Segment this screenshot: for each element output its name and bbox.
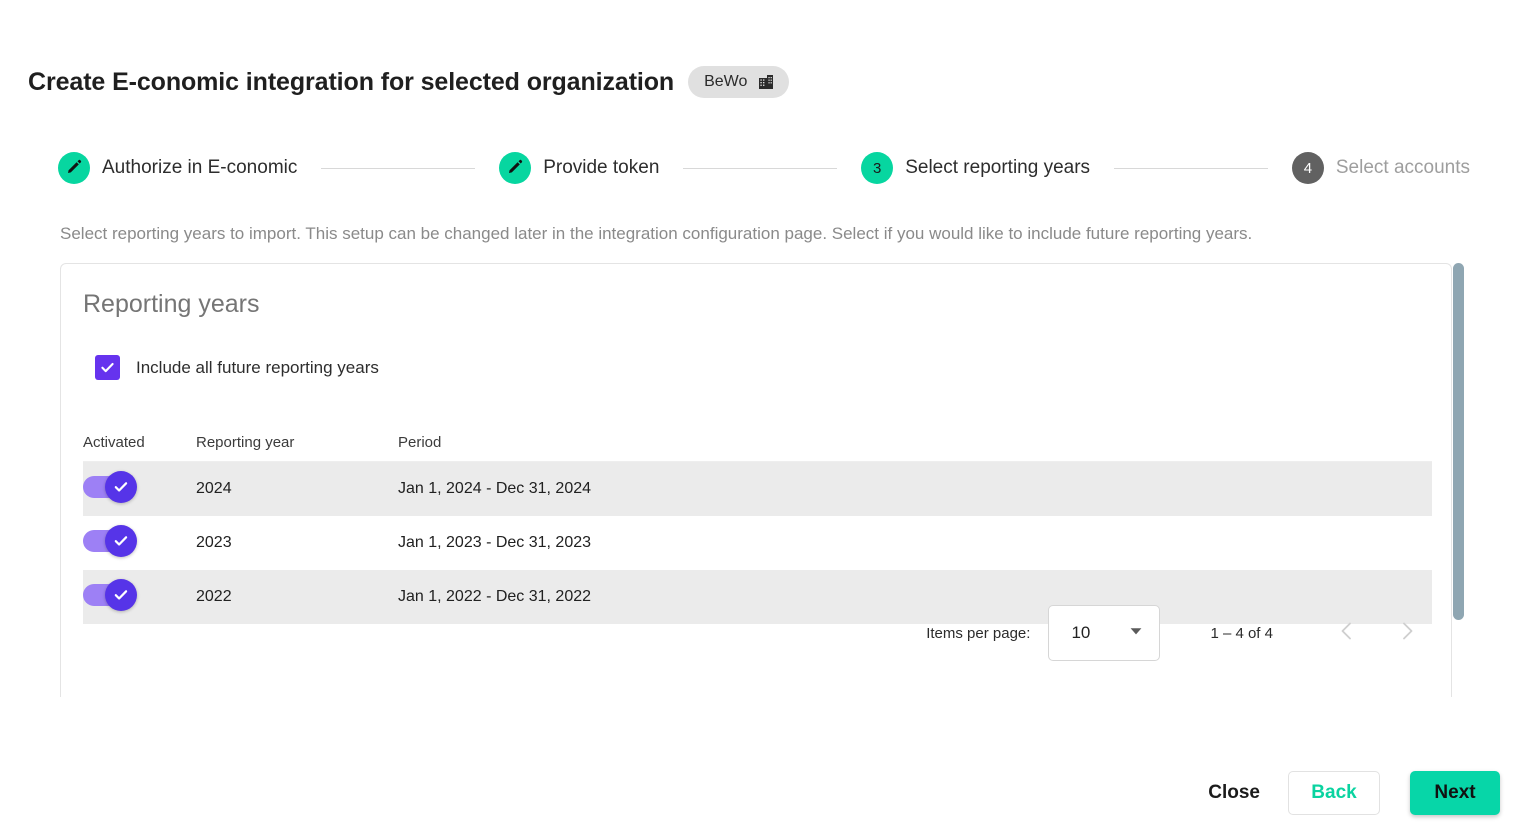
- table-paginator: Items per page: 10 1 – 4 of 4: [926, 602, 1429, 664]
- next-button[interactable]: Next: [1410, 771, 1500, 815]
- step-2-label: Provide token: [543, 157, 660, 178]
- step-4-circle: 4: [1291, 152, 1324, 184]
- items-per-page-select[interactable]: 10: [1048, 605, 1161, 661]
- check-icon: [114, 589, 128, 600]
- activated-toggle[interactable]: [83, 470, 137, 503]
- items-per-page-label: Items per page:: [926, 624, 1031, 642]
- pencil-icon: [66, 158, 83, 179]
- include-future-years-label: Include all future reporting years: [136, 357, 379, 377]
- items-per-page-value: 10: [1071, 623, 1091, 642]
- check-icon: [101, 362, 114, 373]
- activated-toggle[interactable]: [83, 524, 137, 557]
- step-connector-1: [321, 167, 476, 169]
- reporting-years-table: Activated Reporting year Period 2024 Jan…: [83, 424, 1432, 624]
- building-icon: [757, 73, 775, 91]
- close-button[interactable]: Close: [1190, 772, 1278, 814]
- include-future-years-row[interactable]: Include all future reporting years: [95, 355, 379, 380]
- page-root: Create E-conomic integration for selecte…: [0, 0, 1528, 826]
- include-future-years-checkbox[interactable]: [95, 355, 120, 380]
- reporting-year-cell: 2023: [196, 534, 232, 551]
- toggle-thumb: [105, 578, 137, 611]
- page-header: Create E-conomic integration for selecte…: [28, 66, 790, 98]
- chevron-right-icon: [1394, 618, 1420, 649]
- column-header-period: Period: [398, 434, 442, 451]
- pagination-range-label: 1 – 4 of 4: [1210, 624, 1273, 642]
- period-cell: Jan 1, 2024 - Dec 31, 2024: [398, 480, 592, 497]
- activated-cell: [83, 524, 196, 557]
- page-title: Create E-conomic integration for selecte…: [28, 67, 675, 96]
- step-1-label: Authorize in E-conomic: [102, 157, 298, 178]
- activated-cell: [83, 578, 196, 611]
- card-scrollbar-thumb[interactable]: [1453, 263, 1464, 620]
- step-connector-3: [1114, 167, 1268, 169]
- reporting-year-cell: 2022: [196, 588, 232, 605]
- period-cell: Jan 1, 2023 - Dec 31, 2023: [398, 534, 592, 551]
- reporting-years-card: Reporting years Include all future repor…: [60, 263, 1452, 697]
- dialog-footer: Close Back Next: [1190, 771, 1500, 815]
- column-header-reporting-year: Reporting year: [196, 434, 295, 451]
- step-connector-2: [683, 167, 838, 169]
- organization-badge[interactable]: BeWo: [688, 66, 790, 98]
- pencil-icon: [507, 158, 524, 179]
- step-description: Select reporting years to import. This s…: [60, 224, 1253, 243]
- previous-page-button[interactable]: [1325, 611, 1369, 655]
- reporting-year-cell: 2024: [196, 480, 232, 497]
- step-4-label: Select accounts: [1335, 157, 1471, 178]
- toggle-thumb: [105, 470, 137, 503]
- step-4-number: 4: [1303, 159, 1313, 177]
- column-header-activated: Activated: [83, 434, 145, 451]
- card-title: Reporting years: [83, 290, 260, 318]
- step-provide-token[interactable]: Provide token: [499, 152, 659, 184]
- step-3-circle: 3: [861, 152, 894, 184]
- step-select-reporting-years[interactable]: 3 Select reporting years: [861, 152, 1090, 184]
- step-3-label: Select reporting years: [905, 157, 1091, 178]
- activated-toggle[interactable]: [83, 578, 137, 611]
- step-2-circle: [499, 152, 532, 184]
- chevron-down-icon: [1127, 622, 1145, 645]
- wizard-stepper: Authorize in E-conomic Provide token 3 S…: [58, 150, 1470, 186]
- step-1-circle: [58, 152, 90, 184]
- step-select-accounts[interactable]: 4 Select accounts: [1291, 152, 1471, 184]
- check-icon: [114, 481, 128, 492]
- toggle-thumb: [105, 524, 137, 557]
- back-button[interactable]: Back: [1288, 771, 1380, 815]
- table-row[interactable]: 2023 Jan 1, 2023 - Dec 31, 2023: [83, 516, 1432, 570]
- table-row[interactable]: 2024 Jan 1, 2024 - Dec 31, 2024: [83, 462, 1432, 516]
- next-page-button[interactable]: [1385, 611, 1429, 655]
- step-authorize-in-e-conomic[interactable]: Authorize in E-conomic: [58, 152, 297, 184]
- check-icon: [114, 535, 128, 546]
- chevron-left-icon: [1334, 618, 1360, 649]
- organization-badge-label: BeWo: [704, 73, 748, 90]
- activated-cell: [83, 470, 196, 503]
- step-3-number: 3: [873, 159, 882, 177]
- table-header-row: Activated Reporting year Period: [83, 424, 1432, 462]
